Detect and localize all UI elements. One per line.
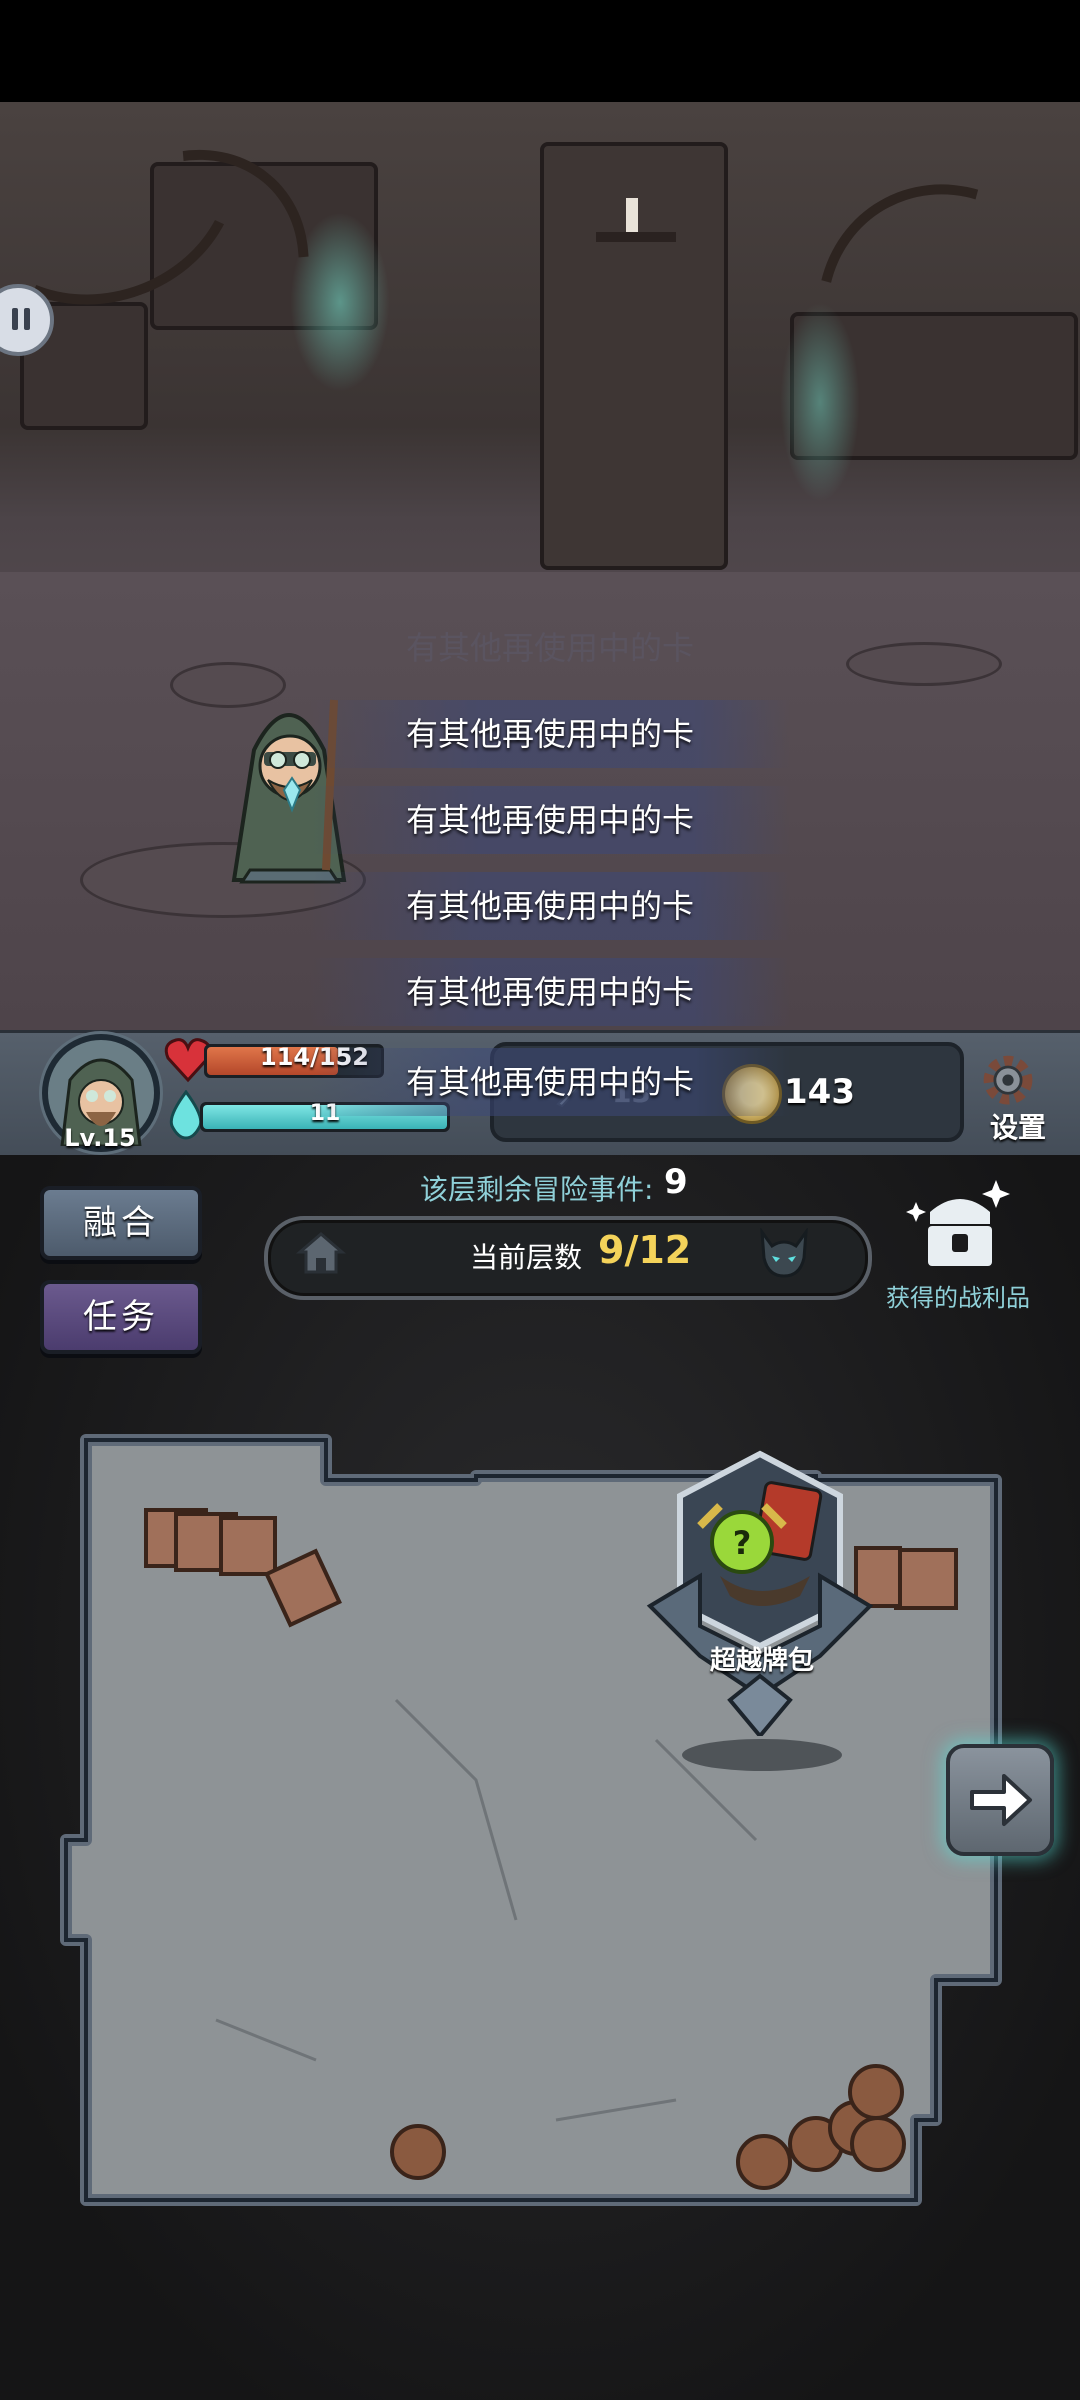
remaining-events-value: 9 — [664, 1162, 688, 1202]
candle-shelf — [596, 232, 676, 242]
next-floor-button[interactable] — [946, 1744, 1054, 1856]
status-bar — [0, 0, 1080, 102]
settings-label: 设置 — [990, 1111, 1047, 1144]
toast-message: 有其他再使用中的卡 — [310, 958, 790, 1026]
fuse-button[interactable]: 融合 — [40, 1186, 202, 1260]
dungeon-scene: 有其他再使用中的卡 有其他再使用中的卡 有其他再使用中的卡 有其他再使用中的卡 … — [0, 102, 1080, 1030]
card-pack-label: 超越牌包 — [709, 1646, 814, 1676]
card-pack-icon: ? — [646, 1450, 874, 1740]
remaining-events-label: 该层剩余冒险事件: — [420, 1173, 654, 1206]
toast-message: 有其他再使用中的卡 — [310, 786, 790, 854]
quest-button[interactable]: 任务 — [40, 1280, 202, 1354]
loot-button[interactable] — [900, 1172, 1020, 1272]
candle — [626, 198, 638, 232]
floor-value: 9/12 — [598, 1228, 692, 1272]
toast-message: 有其他再使用中的卡 — [405, 629, 694, 667]
toast-message: 有其他再使用中的卡 — [310, 1048, 790, 1116]
coin-count: 143 — [784, 1072, 855, 1112]
floor-label: 当前层数 — [470, 1241, 583, 1274]
card-pack-event[interactable]: ? — [640, 1446, 880, 1740]
loot-label: 获得的战利品 — [886, 1284, 1030, 1312]
player-level: Lv.15 — [64, 1124, 136, 1152]
gear-icon — [983, 1055, 1033, 1105]
toast-message: 有其他再使用中的卡 — [310, 700, 790, 768]
arrow-right-icon — [970, 1774, 1032, 1826]
svg-text:?: ? — [733, 1524, 752, 1562]
demon-head-icon — [760, 1228, 808, 1278]
house-icon — [296, 1232, 346, 1274]
floor-puddle — [846, 642, 1002, 686]
toast-message: 有其他再使用中的卡 — [310, 872, 790, 940]
treasure-chest-icon — [906, 1180, 1010, 1266]
